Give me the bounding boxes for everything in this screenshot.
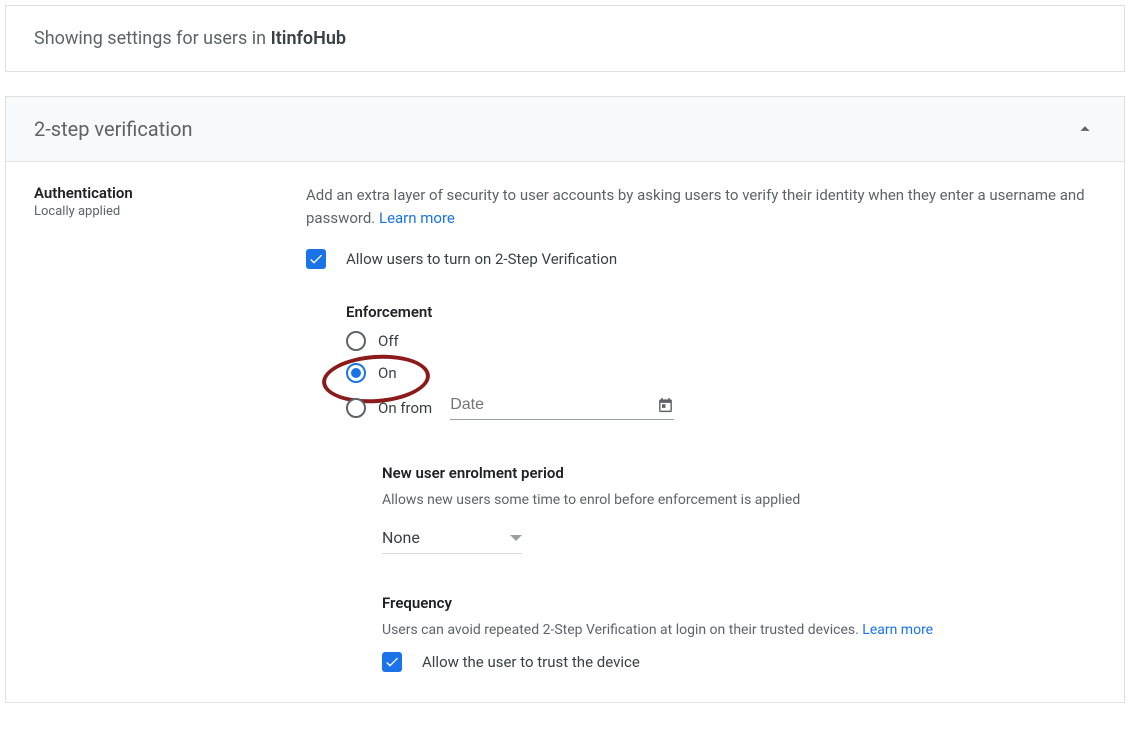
section-title: 2-step verification (34, 117, 193, 141)
scope-prefix: Showing settings for users in (34, 28, 271, 49)
enforcement-on-from-label: On from (378, 399, 432, 417)
enforcement-on-from-row: On from (346, 395, 1096, 420)
frequency-subtitle: Users can avoid repeated 2-Step Verifica… (382, 622, 1096, 638)
enrolment-block: New user enrolment period Allows new use… (382, 464, 1096, 554)
two-step-verification-section: 2-step verification Authentication Local… (5, 96, 1125, 703)
section-body: Authentication Locally applied Add an ex… (6, 162, 1124, 702)
check-icon (384, 654, 400, 670)
enforcement-off-row: Off (346, 331, 1096, 351)
enrolment-period-dropdown[interactable]: None (382, 522, 522, 554)
enforcement-on-radio[interactable] (346, 363, 366, 383)
enrolment-title: New user enrolment period (382, 464, 1096, 482)
date-input[interactable] (450, 396, 657, 414)
left-column: Authentication Locally applied (34, 184, 306, 672)
trust-device-checkbox[interactable] (382, 652, 402, 672)
check-icon (308, 251, 324, 267)
auth-title: Authentication (34, 184, 306, 202)
settings-scope-bar: Showing settings for users in ItinfoHub (5, 5, 1125, 72)
frequency-block: Frequency Users can avoid repeated 2-Ste… (382, 594, 1096, 672)
calendar-icon[interactable] (657, 395, 674, 415)
frequency-subtitle-text: Users can avoid repeated 2-Step Verifica… (382, 622, 862, 638)
frequency-learn-more-link[interactable]: Learn more (862, 622, 933, 638)
section-description: Add an extra layer of security to user a… (306, 184, 1096, 229)
enforcement-off-radio[interactable] (346, 331, 366, 351)
allow-2sv-label: Allow users to turn on 2-Step Verificati… (346, 250, 617, 268)
section-header[interactable]: 2-step verification (6, 97, 1124, 162)
auth-subtitle: Locally applied (34, 204, 306, 219)
frequency-title: Frequency (382, 594, 1096, 612)
allow-2sv-checkbox[interactable] (306, 249, 326, 269)
right-column: Add an extra layer of security to user a… (306, 184, 1096, 672)
enforcement-on-row: On (346, 363, 1096, 383)
org-name: ItinfoHub (271, 28, 346, 49)
trust-device-row: Allow the user to trust the device (382, 652, 1096, 672)
enforcement-off-label: Off (378, 332, 399, 350)
trust-device-label: Allow the user to trust the device (422, 653, 640, 671)
enforcement-on-label: On (378, 364, 397, 382)
date-input-wrapper (450, 395, 674, 420)
enforcement-block: Enforcement Off On (346, 303, 1096, 420)
chevron-down-icon (510, 532, 522, 544)
learn-more-link[interactable]: Learn more (379, 209, 455, 227)
enforcement-title: Enforcement (346, 303, 1096, 321)
enrolment-subtitle: Allows new users some time to enrol befo… (382, 492, 1096, 508)
dropdown-value: None (382, 528, 420, 547)
chevron-up-icon (1074, 118, 1096, 140)
enforcement-on-from-radio[interactable] (346, 398, 366, 418)
allow-2sv-row: Allow users to turn on 2-Step Verificati… (306, 249, 1096, 269)
